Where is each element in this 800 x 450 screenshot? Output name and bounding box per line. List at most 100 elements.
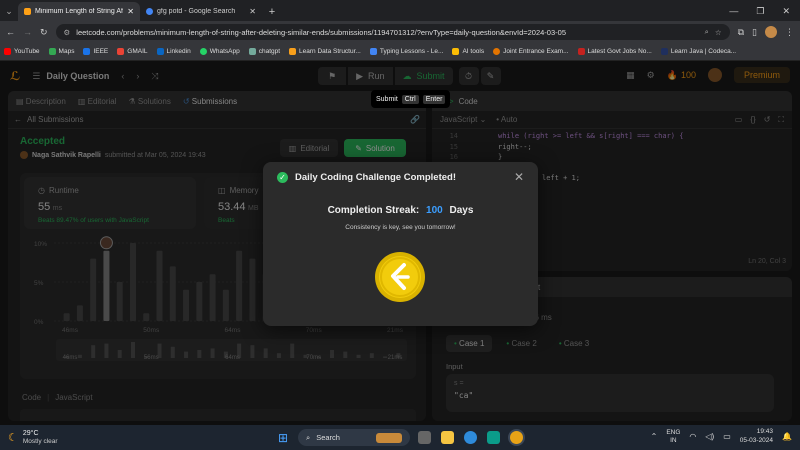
reload-icon[interactable]: ↻ [40,27,48,38]
bookmark-jee[interactable]: Joint Entrance Exam... [493,48,569,55]
bookmark-label: WhatsApp [209,48,240,55]
bookmark-label: Typing Lessons - Le... [379,48,444,55]
extensions-icon[interactable]: ⧉ [738,27,744,38]
clock-time: 19:43 [756,428,774,435]
folder-icon [452,48,460,55]
windows-start-icon[interactable]: ⊞ [278,431,288,445]
leetcode-favicon-icon [24,8,31,15]
windows-taskbar: ☾ 29°C Mostly clear ⊞ ⌕ Search ⌃ ENG IN ◠… [0,425,800,450]
bookmark-whatsapp[interactable]: WhatsApp [199,48,240,55]
streak-value: 100 [426,205,443,216]
search-icon: ⌕ [306,432,311,442]
bookmarks-bar: YouTube Maps IEEE GMAIL Linkedin WhatsAp… [0,43,800,61]
bookmark-youtube[interactable]: YouTube [4,48,40,55]
modal-title: Daily Coding Challenge Completed! [295,172,456,183]
edge-icon[interactable] [464,431,477,444]
address-bar-row: ← → ↻ ⚙ leetcode.com/problems/minimum-le… [0,21,800,43]
bookmark-label: YouTube [14,48,40,55]
tooltip-key: Enter [422,94,446,104]
bookmark-label: Joint Entrance Exam... [503,48,569,55]
close-tab-icon[interactable]: ✕ [249,7,256,16]
bookmark-label: chatgpt [258,48,281,55]
bookmark-label: IEEE [93,48,109,55]
bookmark-maps[interactable]: Maps [48,48,75,55]
bookmark-label: GMAIL [127,48,148,55]
back-icon[interactable]: ← [6,27,15,37]
browser-tab-active[interactable]: Minimum Length of String After ✕ [18,2,140,21]
language-indicator[interactable]: ENG IN [666,429,680,445]
streak-unit: Days [449,205,474,216]
task-view-icon[interactable] [418,431,431,444]
bookmark-govt-jobs[interactable]: Latest Govt Jobs No... [577,48,652,55]
bookmark-site-icon [289,48,297,55]
profile-avatar[interactable] [765,26,777,38]
bookmark-site-icon [577,48,585,55]
modal-subtitle: Consistency is key, see you tomorrow! [345,224,456,231]
volume-icon[interactable]: ◁) [705,432,714,441]
bookmark-learn-data[interactable]: Learn Data Structur... [289,48,361,55]
ieee-icon [83,48,91,55]
bookmark-star-icon[interactable]: ☆ [715,28,722,37]
bookmark-typing[interactable]: Typing Lessons - Le... [369,48,444,55]
weather-widget[interactable]: ☾ 29°C Mostly clear [0,430,58,446]
tab-list-icon[interactable]: ⌄ [0,2,18,21]
store-icon[interactable] [487,431,500,444]
taskbar-search[interactable]: ⌕ Search [298,429,410,446]
weather-moon-icon: ☾ [8,432,18,444]
close-tab-icon[interactable]: ✕ [127,7,134,16]
close-window-icon[interactable]: ✕ [782,6,790,17]
gmail-icon [117,48,125,55]
wifi-icon[interactable]: ◠ [689,432,696,441]
tooltip-label: Submit [376,95,398,103]
zoom-icon[interactable]: ⌕ [705,27,709,37]
whatsapp-icon [199,48,207,55]
google-favicon-icon [146,8,153,15]
bookmark-label: Maps [58,48,75,55]
submit-shortcut-tooltip: Submit Ctrl Enter [371,90,451,108]
bookmark-site-icon [369,48,377,55]
close-modal-icon[interactable]: ✕ [514,170,524,184]
restore-icon[interactable]: ❐ [756,6,764,17]
bookmark-linkedin[interactable]: Linkedin [156,48,191,55]
battery-icon[interactable]: ▭ [723,432,731,441]
challenge-completed-modal: ✓ Daily Coding Challenge Completed! ✕ Co… [263,162,538,326]
clock[interactable]: 19:43 05-03-2024 [740,428,773,445]
region-code: IN [670,436,677,444]
bookmark-label: Learn Java | Codeca... [670,48,737,55]
bookmark-java[interactable]: Learn Java | Codeca... [660,48,737,55]
menu-icon[interactable]: ⋮ [785,27,794,38]
tab-title: Minimum Length of String After [35,8,123,15]
bookmark-ieee[interactable]: IEEE [83,48,108,55]
notification-bell-icon[interactable]: 🔔 [782,432,792,441]
sidebar-icon[interactable]: ▯ [752,27,757,38]
check-circle-icon: ✓ [277,172,288,183]
weather-temp: 29°C [22,429,39,437]
bookmark-chatgpt[interactable]: chatgpt [248,48,281,55]
tooltip-key: Ctrl [401,94,419,104]
site-info-icon[interactable]: ⚙ [64,28,71,37]
lang-code: ENG [666,428,681,436]
browser-tab-bar: ⌄ Minimum Length of String After ✕ gfg p… [0,0,800,21]
search-highlight-icon [376,432,402,443]
bookmark-label: Latest Govt Jobs No... [587,48,652,55]
chatgpt-icon [248,48,256,55]
bookmark-label: AI tools [462,48,485,55]
bookmark-label: Learn Data Structur... [299,48,361,55]
url-field[interactable]: ⚙ leetcode.com/problems/minimum-length-o… [55,24,730,40]
tray-chevron-icon[interactable]: ⌃ [651,432,658,441]
tab-title: gfg potd - Google Search [157,8,236,15]
forward-icon[interactable]: → [23,27,32,37]
search-label: Search [316,433,340,442]
browser-tab[interactable]: gfg potd - Google Search ✕ [140,2,262,21]
new-tab-icon[interactable]: + [262,2,282,21]
file-explorer-icon[interactable] [441,431,454,444]
youtube-icon [4,48,11,55]
streak-line: Completion Streak: 100 Days [263,205,538,216]
chrome-icon[interactable] [510,431,523,444]
minimize-icon[interactable]: — [729,6,738,17]
url-text: leetcode.com/problems/minimum-length-of-… [76,27,566,37]
streak-label: Completion Streak: [327,205,420,216]
bookmark-ai-tools[interactable]: AI tools [452,48,484,55]
bookmark-gmail[interactable]: GMAIL [117,48,148,55]
bookmark-label: Linkedin [166,48,191,55]
